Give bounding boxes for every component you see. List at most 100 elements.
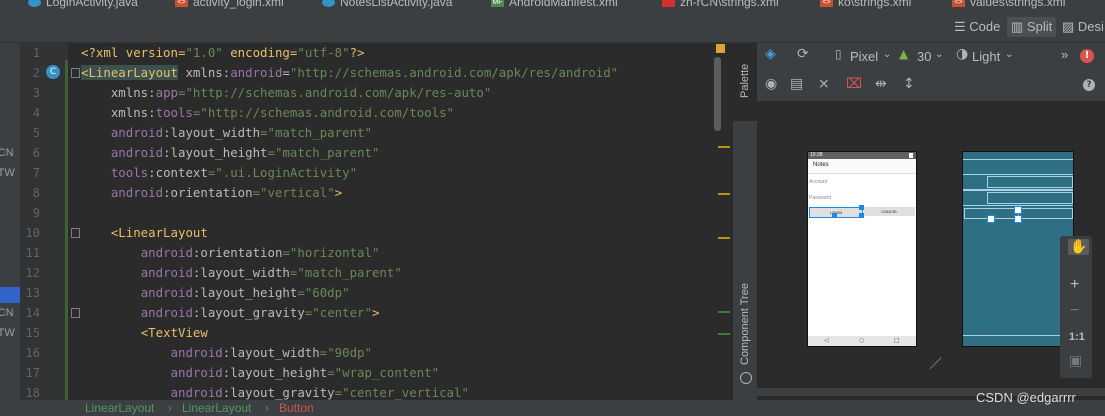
breadcrumb-button[interactable]: Button bbox=[279, 400, 314, 416]
editor-scrollbar-thumb[interactable] bbox=[714, 57, 721, 131]
xml-icon: <> bbox=[820, 0, 833, 8]
line-number: 10 bbox=[25, 226, 40, 240]
palette-label[interactable]: Palette bbox=[739, 64, 751, 98]
tab-label: zh-rCN\strings.xml bbox=[680, 0, 779, 9]
code-editor[interactable]: <?xml version="1.0" encoding="utf-8"?> <… bbox=[68, 43, 733, 400]
theme-selector[interactable]: Light bbox=[972, 49, 1000, 64]
warning-indicator-icon[interactable] bbox=[716, 44, 725, 53]
app-title: Notes bbox=[813, 162, 829, 168]
tab-label: AndroidManifest.xml bbox=[509, 0, 618, 9]
design-preview-panel: ◈ ⟳ ▯ Pixel ⌄ ▲ 30 ⌄ ◑ Light ⌄ » ! ◉ ▤ ⨯… bbox=[757, 43, 1105, 400]
project-item[interactable]: rCN bbox=[0, 307, 14, 319]
java-class-icon bbox=[322, 0, 335, 8]
resize-handle-icon[interactable] bbox=[918, 345, 942, 370]
design-view-button[interactable]: ▨ Desi bbox=[1062, 17, 1104, 37]
layout-xml-icon: <> bbox=[175, 0, 188, 8]
line-number: 13 bbox=[25, 286, 40, 300]
blueprint-preview[interactable] bbox=[962, 151, 1074, 347]
device-selector[interactable]: Pixel bbox=[850, 49, 878, 64]
code-line-5: android:layout_width="match_parent" bbox=[110, 125, 372, 140]
selection-handle[interactable] bbox=[1014, 206, 1022, 214]
project-item[interactable]: rTW bbox=[0, 167, 15, 179]
zoom-in-button[interactable]: + bbox=[1070, 276, 1079, 294]
constraints-icon[interactable]: ⨯ bbox=[818, 76, 830, 92]
device-icon: ▯ bbox=[835, 47, 842, 61]
view-mode-bar: ☰ Code ▥ Split ▨ Desi bbox=[0, 12, 1105, 43]
blueprint-row bbox=[987, 176, 1073, 188]
error-icon[interactable]: ! bbox=[1080, 49, 1094, 63]
line-number: 14 bbox=[25, 306, 40, 320]
clear-constraints-icon[interactable]: ⌧ bbox=[846, 76, 862, 92]
tab-notes-list-activity[interactable]: NotesListActivity.java bbox=[322, 0, 452, 12]
api-level-selector[interactable]: 30 bbox=[917, 49, 931, 64]
code-line-10: <LinearLayout bbox=[110, 225, 208, 240]
blueprint-nav-bar bbox=[963, 335, 1073, 336]
device-preview[interactable]: 10:28 Notes Account Password LOGIN CANCE… bbox=[807, 151, 917, 347]
tab-values-strings[interactable]: <> values\strings.xml bbox=[952, 0, 1065, 12]
selection-handle[interactable] bbox=[1014, 215, 1022, 223]
warning-mark[interactable] bbox=[718, 146, 730, 148]
line-number: 12 bbox=[25, 266, 40, 280]
xml-icon: <> bbox=[952, 0, 965, 8]
tab-activity-login-xml[interactable]: <> activity_login.xml bbox=[175, 0, 284, 12]
editor-error-stripe[interactable] bbox=[714, 43, 732, 400]
zoom-out-button[interactable]: − bbox=[1070, 302, 1079, 320]
pan-hand-icon[interactable]: ✋ bbox=[1068, 239, 1090, 255]
code-line-17: android:layout_height="wrap_content" bbox=[170, 365, 440, 380]
theme-icon: ◑ bbox=[956, 46, 969, 62]
code-line-8: android:orientation="vertical"> bbox=[110, 185, 343, 200]
change-mark[interactable] bbox=[718, 311, 730, 313]
tab-ko-strings[interactable]: <> ko\strings.xml bbox=[820, 0, 911, 12]
component-tree-label[interactable]: Component Tree bbox=[739, 283, 751, 365]
more-options-icon[interactable]: » bbox=[1061, 47, 1068, 62]
battery-icon bbox=[909, 153, 913, 158]
breadcrumb-linearlayout-root[interactable]: LinearLayout bbox=[85, 400, 154, 416]
lines-icon: ☰ bbox=[954, 19, 966, 34]
selection-handle[interactable] bbox=[859, 213, 864, 218]
orientation-icon[interactable]: ⟳ bbox=[797, 46, 809, 62]
back-icon: ◁ bbox=[824, 337, 829, 344]
class-marker-icon[interactable]: C bbox=[46, 65, 60, 79]
code-line-6: android:layout_height="match_parent" bbox=[110, 145, 380, 160]
project-item[interactable]: rTW bbox=[0, 327, 15, 339]
tab-label: NotesListActivity.java bbox=[340, 0, 453, 9]
blueprint-icon[interactable]: ▤ bbox=[790, 76, 803, 92]
blueprint-status-bar bbox=[963, 152, 1073, 160]
password-hint[interactable]: Password bbox=[809, 195, 831, 201]
tab-login-activity[interactable]: LoginActivity.java bbox=[28, 0, 138, 12]
eye-icon[interactable]: ◉ bbox=[765, 76, 777, 92]
selection-handle[interactable] bbox=[987, 215, 995, 223]
breadcrumb-linearlayout-child[interactable]: LinearLayout bbox=[182, 400, 251, 416]
line-number: 6 bbox=[32, 146, 40, 160]
cancel-button[interactable]: CANCEL bbox=[864, 207, 915, 216]
align-vertical-icon[interactable]: ↕ bbox=[903, 76, 915, 92]
account-hint[interactable]: Account bbox=[809, 179, 827, 185]
change-mark[interactable] bbox=[718, 333, 730, 335]
align-horizontal-icon[interactable]: ⇹ bbox=[875, 76, 887, 92]
warning-mark[interactable] bbox=[718, 193, 730, 195]
line-number: 7 bbox=[32, 166, 40, 180]
help-icon[interactable]: ? bbox=[1083, 79, 1095, 91]
line-number: 5 bbox=[32, 126, 40, 140]
flag-icon bbox=[662, 0, 675, 8]
selection-handle[interactable] bbox=[859, 205, 864, 210]
tab-android-manifest[interactable]: MF AndroidManifest.xml bbox=[491, 0, 618, 12]
breadcrumb-separator-icon: › bbox=[265, 401, 269, 415]
code-view-button[interactable]: ☰ Code bbox=[954, 17, 1000, 37]
status-bar: 10:28 bbox=[808, 152, 916, 159]
code-line-18: android:layout_gravity="center_vertical" bbox=[170, 385, 469, 400]
line-number: 11 bbox=[25, 246, 40, 260]
split-view-button[interactable]: ▥ Split bbox=[1007, 17, 1057, 37]
tab-zh-rcn-strings[interactable]: zh-rCN\strings.xml bbox=[662, 0, 779, 12]
selection-handle[interactable] bbox=[832, 213, 837, 218]
warning-mark[interactable] bbox=[718, 237, 730, 239]
layers-icon[interactable]: ◈ bbox=[765, 46, 776, 62]
java-class-icon bbox=[28, 0, 41, 8]
selected-project-item[interactable] bbox=[0, 287, 20, 303]
code-line-11: android:orientation="horizontal" bbox=[140, 245, 380, 260]
line-number: 9 bbox=[32, 206, 40, 220]
fit-screen-icon[interactable]: ▣ bbox=[1069, 353, 1082, 369]
actual-size-button[interactable]: 1:1 bbox=[1069, 331, 1085, 343]
breadcrumb-bar: LinearLayout › LinearLayout › Button CSD… bbox=[0, 390, 1105, 416]
project-item[interactable]: rCN bbox=[0, 147, 14, 159]
